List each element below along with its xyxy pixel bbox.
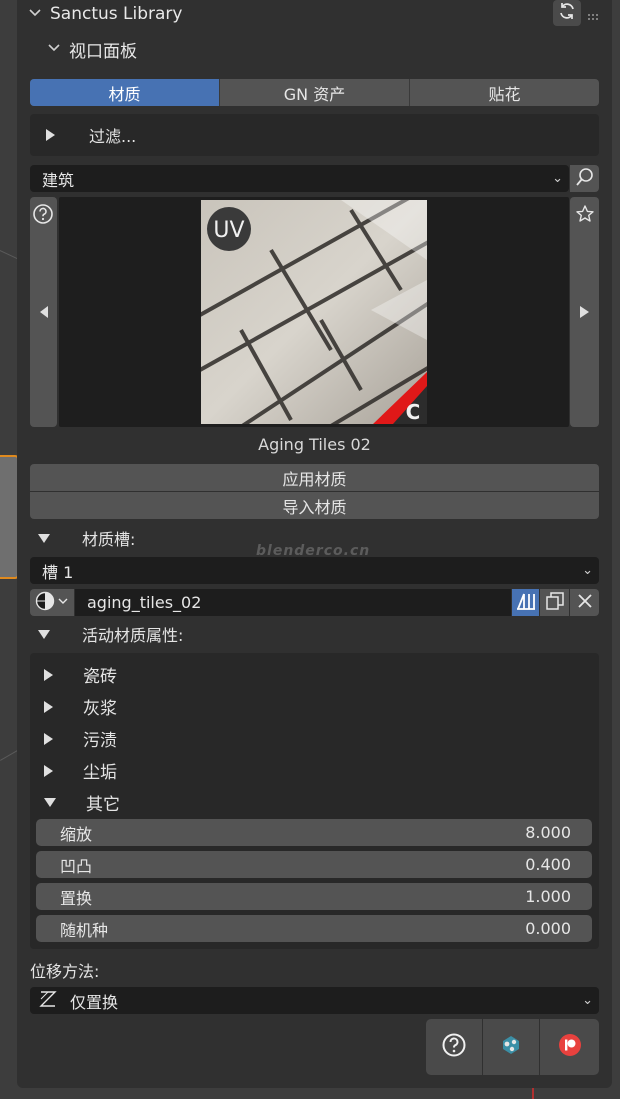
arrow-right-icon bbox=[580, 306, 589, 318]
material-sphere-icon bbox=[34, 591, 70, 615]
category-other[interactable]: 其它 bbox=[44, 790, 120, 815]
material-name-value: aging_tiles_02 bbox=[87, 593, 202, 612]
category-stains[interactable]: 污渍 bbox=[44, 726, 117, 751]
expand-triangle-icon bbox=[46, 129, 55, 141]
field-value: 0.000 bbox=[525, 919, 571, 938]
panel-title: Sanctus Library bbox=[50, 4, 183, 24]
expand-triangle-icon bbox=[44, 764, 53, 777]
category-grout[interactable]: 灰浆 bbox=[44, 694, 117, 719]
material-thumbnail[interactable]: UV C bbox=[201, 200, 427, 424]
nodes-icon bbox=[499, 1033, 523, 1061]
panel-header[interactable]: Sanctus Library bbox=[28, 2, 182, 26]
active-material-props-toggle[interactable]: 活动材质属性: bbox=[38, 623, 183, 645]
field-value: 0.400 bbox=[525, 855, 571, 874]
arrow-left-icon bbox=[39, 306, 48, 318]
previous-asset-button[interactable] bbox=[30, 197, 57, 427]
category-value: 建筑 bbox=[42, 170, 75, 190]
chevron-down-icon: ⌄ bbox=[582, 562, 593, 578]
tab-materials[interactable]: 材质 bbox=[30, 79, 220, 106]
help-icon bbox=[441, 1032, 467, 1062]
help-docs-button[interactable] bbox=[426, 1019, 482, 1075]
search-icon bbox=[575, 167, 595, 191]
asset-type-tabs: 材质 GN 资产 贴花 bbox=[30, 79, 599, 106]
expand-triangle-icon bbox=[44, 700, 53, 713]
close-icon bbox=[577, 593, 593, 613]
drag-handle-icon[interactable] bbox=[587, 8, 601, 20]
displacement-method-label: 位移方法: bbox=[30, 962, 100, 981]
category-label: 尘垢 bbox=[83, 763, 117, 783]
unlink-material-button[interactable] bbox=[570, 589, 599, 616]
field-value: 1.000 bbox=[525, 887, 571, 906]
bump-field[interactable]: 凹凸 0.400 bbox=[36, 851, 592, 878]
duplicate-material-button[interactable] bbox=[540, 589, 569, 616]
category-label: 其它 bbox=[86, 795, 120, 815]
chevron-down-icon: ⌄ bbox=[582, 992, 593, 1008]
collapse-triangle-icon bbox=[38, 629, 50, 639]
material-slots-label: 材质槽: bbox=[82, 530, 136, 549]
material-slot-select[interactable]: 槽 1 ⌄ bbox=[30, 557, 599, 584]
active-material-props-label: 活动材质属性: bbox=[82, 626, 184, 645]
material-name-field[interactable]: aging_tiles_02 bbox=[75, 589, 511, 616]
refresh-icon bbox=[557, 1, 577, 25]
favorite-button[interactable] bbox=[572, 202, 598, 230]
collapse-triangle-icon bbox=[38, 533, 50, 543]
patreon-button[interactable] bbox=[540, 1019, 599, 1075]
material-name: Aging Tiles 02 bbox=[258, 435, 371, 454]
duplicate-icon bbox=[545, 591, 565, 615]
next-asset-button[interactable] bbox=[570, 197, 599, 427]
node-editor-button[interactable] bbox=[483, 1019, 539, 1075]
displacement-icon bbox=[38, 989, 58, 1013]
field-label: 置换 bbox=[60, 888, 93, 908]
collapse-triangle-icon bbox=[44, 798, 56, 807]
chevron-down-icon: ⌄ bbox=[552, 170, 563, 186]
viewport-grid-line bbox=[0, 250, 19, 260]
filter-toggle[interactable]: 过滤... bbox=[46, 124, 136, 146]
search-button[interactable] bbox=[570, 165, 599, 192]
subpanel-title: 视口面板 bbox=[69, 41, 137, 62]
displacement-method-value: 仅置换 bbox=[70, 992, 119, 1012]
import-material-button[interactable]: 导入材质 bbox=[30, 492, 599, 519]
field-label: 缩放 bbox=[60, 824, 93, 844]
category-dirt[interactable]: 尘垢 bbox=[44, 758, 117, 783]
field-value: 8.000 bbox=[525, 823, 571, 842]
displacement-field[interactable]: 置换 1.000 bbox=[36, 883, 592, 910]
help-button[interactable] bbox=[31, 202, 55, 230]
chevron-down-icon bbox=[47, 42, 61, 57]
c-badge: C bbox=[406, 400, 421, 424]
scale-field[interactable]: 缩放 8.000 bbox=[36, 819, 592, 846]
library-icon bbox=[515, 591, 537, 615]
apply-material-button[interactable]: 应用材质 bbox=[30, 464, 599, 491]
subpanel-header[interactable]: 视口面板 bbox=[47, 37, 137, 62]
material-browse-button[interactable] bbox=[30, 589, 74, 616]
chevron-down-icon bbox=[28, 7, 42, 22]
filter-label: 过滤... bbox=[89, 127, 137, 146]
tab-decals[interactable]: 贴花 bbox=[410, 79, 599, 106]
expand-triangle-icon bbox=[44, 732, 53, 745]
tab-gn-assets[interactable]: GN 资产 bbox=[220, 79, 410, 106]
displacement-method-select[interactable]: 仅置换 ⌄ bbox=[30, 987, 599, 1014]
viewport-grid-line bbox=[0, 750, 18, 761]
star-icon bbox=[575, 204, 595, 228]
field-label: 随机种 bbox=[60, 920, 109, 940]
patreon-icon bbox=[557, 1032, 583, 1062]
category-select[interactable]: 建筑 ⌄ bbox=[30, 165, 569, 192]
field-label: 凹凸 bbox=[60, 856, 93, 876]
material-slots-toggle[interactable]: 材质槽: bbox=[38, 527, 135, 549]
category-label: 污渍 bbox=[83, 731, 117, 751]
help-icon bbox=[32, 203, 54, 229]
fake-user-button[interactable] bbox=[512, 589, 539, 616]
uv-badge: UV bbox=[213, 218, 244, 243]
random-seed-field[interactable]: 随机种 0.000 bbox=[36, 915, 592, 942]
category-label: 瓷砖 bbox=[83, 667, 117, 687]
category-tiles[interactable]: 瓷砖 bbox=[44, 662, 117, 687]
slot-value: 槽 1 bbox=[42, 562, 74, 582]
expand-triangle-icon bbox=[44, 668, 53, 681]
refresh-button[interactable] bbox=[553, 0, 581, 26]
category-label: 灰浆 bbox=[83, 699, 117, 719]
